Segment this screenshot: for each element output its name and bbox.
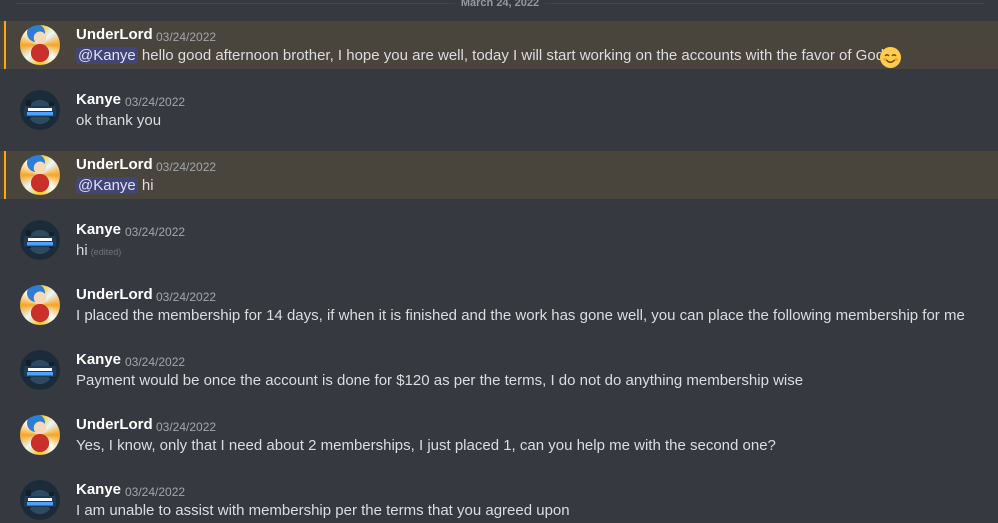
- message-content: I placed the membership for 14 days, if …: [76, 306, 965, 326]
- message-text: Yes, I know, only that I need about 2 me…: [76, 437, 776, 454]
- message[interactable]: UnderLord 03/24/2022 I placed the member…: [0, 281, 998, 329]
- message-text: Payment would be once the account is don…: [76, 372, 804, 389]
- edited-label: (edited): [90, 247, 122, 257]
- message-author[interactable]: Kanye: [76, 90, 121, 110]
- message-content: I am unable to assist with membership pe…: [76, 501, 570, 521]
- hardcore-ironman-avatar-icon[interactable]: [20, 90, 60, 130]
- smiling-face-emoji: [880, 47, 901, 68]
- message[interactable]: UnderLord 03/24/2022 Yes, I know, only t…: [0, 411, 998, 459]
- message[interactable]: UnderLord 03/24/2022 @Kanye hello good a…: [0, 21, 998, 69]
- underlord-avatar-icon[interactable]: [20, 285, 60, 325]
- message-author[interactable]: Kanye: [76, 220, 121, 240]
- message-content: Yes, I know, only that I need about 2 me…: [76, 436, 776, 456]
- message-author[interactable]: UnderLord: [76, 415, 153, 435]
- message-timestamp: 03/24/2022: [156, 160, 217, 174]
- message-timestamp: 03/24/2022: [125, 225, 186, 239]
- message-content: @Kanye hi: [76, 176, 154, 196]
- message-content: Payment would be once the account is don…: [76, 371, 803, 391]
- hardcore-ironman-avatar-icon[interactable]: [20, 350, 60, 390]
- message-timestamp: 03/24/2022: [156, 420, 217, 434]
- user-mention[interactable]: @Kanye: [76, 47, 138, 64]
- message-content: @Kanye hello good afternoon brother, I h…: [76, 46, 884, 66]
- message[interactable]: UnderLord 03/24/2022 @Kanye hi: [0, 151, 998, 199]
- hardcore-ironman-avatar-icon[interactable]: [20, 220, 60, 260]
- chat-messages: March 24, 2022 UnderLord 03/24/2022 @Kan…: [0, 0, 998, 523]
- underlord-avatar-icon[interactable]: [20, 25, 60, 65]
- message-timestamp: 03/24/2022: [156, 30, 217, 44]
- message-author[interactable]: UnderLord: [76, 155, 153, 175]
- underlord-avatar-icon[interactable]: [20, 415, 60, 455]
- message[interactable]: Kanye 03/24/2022 hi (edited): [0, 216, 998, 264]
- message-text: hello good afternoon brother, I hope you…: [137, 47, 885, 64]
- date-divider-label: March 24, 2022: [460, 0, 540, 9]
- message-content: hi (edited): [76, 241, 121, 262]
- hardcore-ironman-avatar-icon[interactable]: [20, 480, 60, 520]
- message[interactable]: Kanye 03/24/2022 ok thank you: [0, 86, 998, 134]
- message-text: hi: [137, 177, 154, 194]
- message-text: ok thank you: [76, 112, 162, 129]
- message-author[interactable]: Kanye: [76, 480, 121, 500]
- message-timestamp: 03/24/2022: [125, 95, 186, 109]
- date-divider: March 24, 2022: [0, 0, 998, 10]
- message-text: I am unable to assist with membership pe…: [76, 502, 570, 519]
- message-author[interactable]: UnderLord: [76, 285, 153, 305]
- message-timestamp: 03/24/2022: [125, 355, 186, 369]
- message-content: ok thank you: [76, 111, 161, 131]
- message-timestamp: 03/24/2022: [156, 290, 217, 304]
- message-timestamp: 03/24/2022: [125, 485, 186, 499]
- message-author[interactable]: Kanye: [76, 350, 121, 370]
- message-text: I placed the membership for 14 days, if …: [76, 307, 965, 324]
- underlord-avatar-icon[interactable]: [20, 155, 60, 195]
- message-author[interactable]: UnderLord: [76, 25, 153, 45]
- user-mention[interactable]: @Kanye: [76, 177, 138, 194]
- message[interactable]: Kanye 03/24/2022 I am unable to assist w…: [0, 476, 998, 523]
- message[interactable]: Kanye 03/24/2022 Payment would be once t…: [0, 346, 998, 394]
- message-text: hi: [76, 242, 88, 259]
